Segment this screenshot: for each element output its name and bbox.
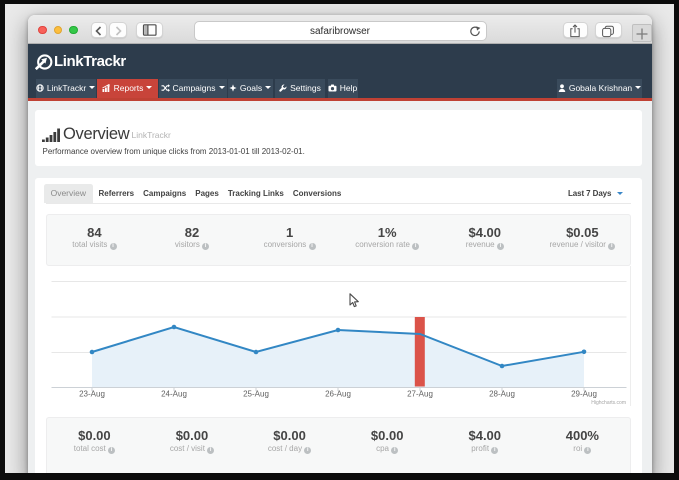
- svg-text:28-Aug: 28-Aug: [489, 390, 515, 399]
- svg-text:24-Aug: 24-Aug: [161, 390, 187, 399]
- svg-text:Highcharts.com: Highcharts.com: [591, 400, 626, 406]
- svg-text:25-Aug: 25-Aug: [243, 390, 269, 399]
- svg-text:29-Aug: 29-Aug: [571, 390, 597, 399]
- svg-text:27-Aug: 27-Aug: [407, 390, 433, 399]
- svg-text:26-Aug: 26-Aug: [325, 390, 351, 399]
- svg-text:23-Aug: 23-Aug: [79, 390, 105, 399]
